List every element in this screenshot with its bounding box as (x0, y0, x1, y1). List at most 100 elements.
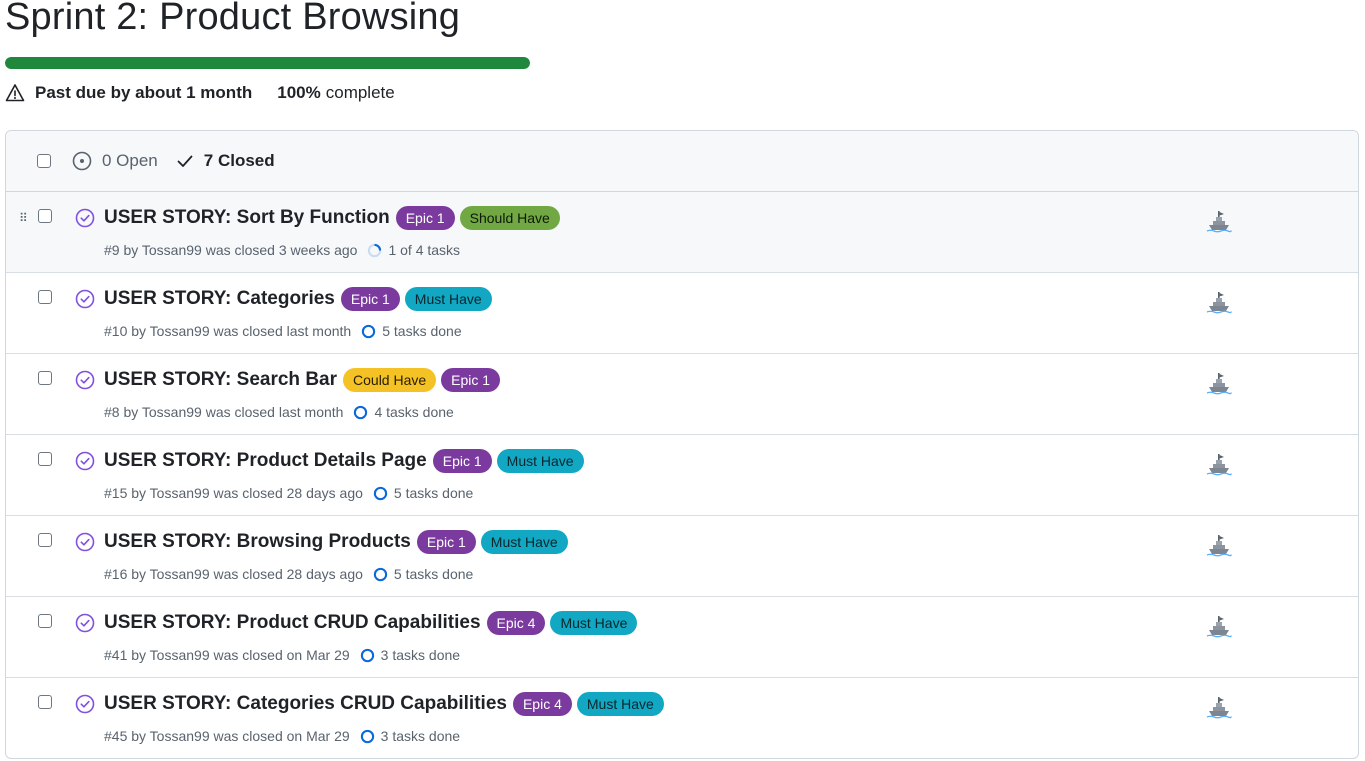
issue-title-link[interactable]: USER STORY: Browsing Products (104, 531, 411, 553)
issue-meta-line: #9 by Tossan99 was closed 3 weeks ago 1 o… (104, 242, 460, 258)
task-progress-icon (360, 729, 374, 743)
issue-title-line: USER STORY: Search Bar Could Have Epic 1 (104, 368, 501, 392)
issue-row[interactable]: USER STORY: Categories CRUD Capabilities… (6, 678, 1358, 758)
due-status: Past due by about 1 month (35, 83, 253, 102)
issue-row[interactable]: USER STORY: Product CRUD Capabilities Epi… (6, 597, 1358, 678)
task-progress-label: 3 tasks done (380, 647, 461, 663)
issue-checkbox[interactable] (38, 614, 52, 628)
milestone-progress-bar (5, 57, 530, 69)
task-progress-label: 5 tasks done (393, 566, 474, 582)
issue-meta: #10 by Tossan99 was closed last month (104, 323, 352, 339)
issue-label[interactable]: Epic 1 (416, 530, 476, 554)
issue-title-link[interactable]: USER STORY: Categories (104, 288, 335, 310)
milestone-title: Sprint 2: Product Browsing (5, 0, 461, 38)
task-progress-icon (362, 324, 376, 338)
issue-meta: #15 by Tossan99 was closed 28 days ago (104, 485, 363, 501)
open-issues-label: 0 Open (102, 151, 158, 170)
task-progress: 5 tasks done (373, 485, 473, 501)
issue-label[interactable]: Must Have (496, 449, 584, 473)
issue-meta: #16 by Tossan99 was closed 28 days ago (104, 566, 363, 582)
issue-row[interactable]: USER STORY: Browsing Products Epic 1 Must … (6, 516, 1358, 597)
ship-icon[interactable] (1206, 451, 1232, 477)
issue-title-link[interactable]: USER STORY: Product Details Page (104, 450, 427, 472)
task-progress-icon (360, 648, 374, 662)
task-progress-icon (368, 243, 382, 257)
issue-closed-icon (75, 370, 95, 390)
ship-icon[interactable] (1206, 370, 1232, 396)
issue-title-link[interactable]: USER STORY: Sort By Function (104, 207, 390, 229)
issue-label[interactable]: Epic 1 (340, 287, 400, 311)
issue-checkbox[interactable] (38, 290, 52, 304)
issue-title-line: USER STORY: Categories Epic 1 Must Have (104, 287, 492, 311)
issue-meta-line: #8 by Tossan99 was closed last month 4 ta… (104, 404, 454, 420)
ship-icon[interactable] (1206, 613, 1232, 639)
issue-meta: #45 by Tossan99 was closed on Mar 29 (104, 728, 350, 744)
issue-closed-icon (75, 289, 95, 309)
closed-issues-tab[interactable]: 7 Closed (176, 151, 275, 171)
task-progress-label: 3 tasks done (380, 728, 461, 744)
closed-issues-label: 7 Closed (203, 151, 275, 170)
complete-label: complete (325, 83, 395, 102)
issue-label[interactable]: Must Have (550, 611, 638, 635)
issue-row[interactable]: USER STORY: Categories Epic 1 Must Have #10… (6, 273, 1358, 354)
ship-icon[interactable] (1206, 289, 1232, 315)
issue-label[interactable]: Must Have (576, 692, 664, 716)
issues-list-header: 0 Open 7 Closed (6, 131, 1358, 192)
issue-opened-icon (72, 151, 92, 171)
task-progress: 4 tasks done (353, 404, 454, 420)
issue-label[interactable]: Epic 1 (441, 368, 501, 392)
issue-title-link[interactable]: USER STORY: Product CRUD Capabilities (104, 612, 481, 634)
issue-label[interactable]: Must Have (404, 287, 492, 311)
issue-title-line: USER STORY: Product CRUD Capabilities Epi… (104, 611, 638, 635)
task-progress: 5 tasks done (373, 566, 473, 582)
milestone-progress-fill (5, 57, 530, 69)
issue-row[interactable]: ⠿ USER STORY: Sort By Function Epic 1 Shoul… (6, 192, 1358, 273)
task-progress-icon (354, 405, 368, 419)
issue-closed-icon (75, 451, 95, 471)
issue-meta-line: #41 by Tossan99 was closed on Mar 29 3 ta… (104, 647, 460, 663)
issue-label[interactable]: Epic 4 (486, 611, 546, 635)
issue-closed-icon (75, 694, 95, 714)
issue-title-link[interactable]: USER STORY: Search Bar (104, 369, 337, 391)
select-all-checkbox[interactable] (37, 154, 51, 168)
task-progress-label: 1 of 4 tasks (388, 242, 461, 258)
ship-icon[interactable] (1206, 694, 1232, 720)
task-progress-label: 5 tasks done (393, 485, 474, 501)
task-progress: 3 tasks done (360, 728, 460, 744)
issue-label[interactable]: Must Have (480, 530, 568, 554)
ship-icon[interactable] (1206, 208, 1232, 234)
issue-title-line: USER STORY: Browsing Products Epic 1 Must … (104, 530, 568, 554)
issue-closed-icon (75, 532, 95, 552)
issue-label[interactable]: Epic 1 (395, 206, 455, 230)
issue-meta-line: #45 by Tossan99 was closed on Mar 29 3 ta… (104, 728, 460, 744)
issue-checkbox[interactable] (38, 371, 52, 385)
issue-meta: #8 by Tossan99 was closed last month (104, 404, 344, 420)
issue-closed-icon (75, 613, 95, 633)
issue-label[interactable]: Epic 1 (432, 449, 492, 473)
issue-title-link[interactable]: USER STORY: Categories CRUD Capabilities (104, 693, 507, 715)
issue-checkbox[interactable] (38, 533, 52, 547)
issue-row[interactable]: USER STORY: Product Details Page Epic 1 Mu… (6, 435, 1358, 516)
task-progress: 3 tasks done (360, 647, 460, 663)
task-progress-icon (373, 486, 388, 500)
issue-meta-line: #15 by Tossan99 was closed 28 days ago 5 … (104, 485, 473, 501)
issue-label[interactable]: Could Have (343, 368, 437, 392)
issues-list: 0 Open 7 Closed ⠿ USER STORY: Sort By Fun… (5, 130, 1359, 759)
task-progress: 1 of 4 tasks (367, 242, 460, 258)
issue-label[interactable]: Epic 4 (512, 692, 572, 716)
issue-title-line: USER STORY: Product Details Page Epic 1 Mu… (104, 449, 584, 473)
issue-meta: #9 by Tossan99 was closed 3 weeks ago (104, 242, 358, 258)
task-progress-label: 5 tasks done (382, 323, 462, 339)
issue-meta-line: #16 by Tossan99 was closed 28 days ago 5 … (104, 566, 473, 582)
issue-checkbox[interactable] (38, 452, 52, 466)
issue-label[interactable]: Should Have (459, 206, 560, 230)
issue-row[interactable]: USER STORY: Search Bar Could Have Epic 1 #8… (6, 354, 1358, 435)
alert-icon (5, 84, 25, 102)
drag-handle-icon[interactable]: ⠿ (19, 212, 28, 224)
open-issues-tab[interactable]: 0 Open (72, 151, 158, 171)
issue-checkbox[interactable] (38, 695, 52, 709)
ship-icon[interactable] (1206, 532, 1232, 558)
issue-checkbox[interactable] (38, 209, 52, 223)
issue-rows: ⠿ USER STORY: Sort By Function Epic 1 Shoul… (6, 192, 1358, 758)
task-progress-icon (373, 567, 388, 581)
